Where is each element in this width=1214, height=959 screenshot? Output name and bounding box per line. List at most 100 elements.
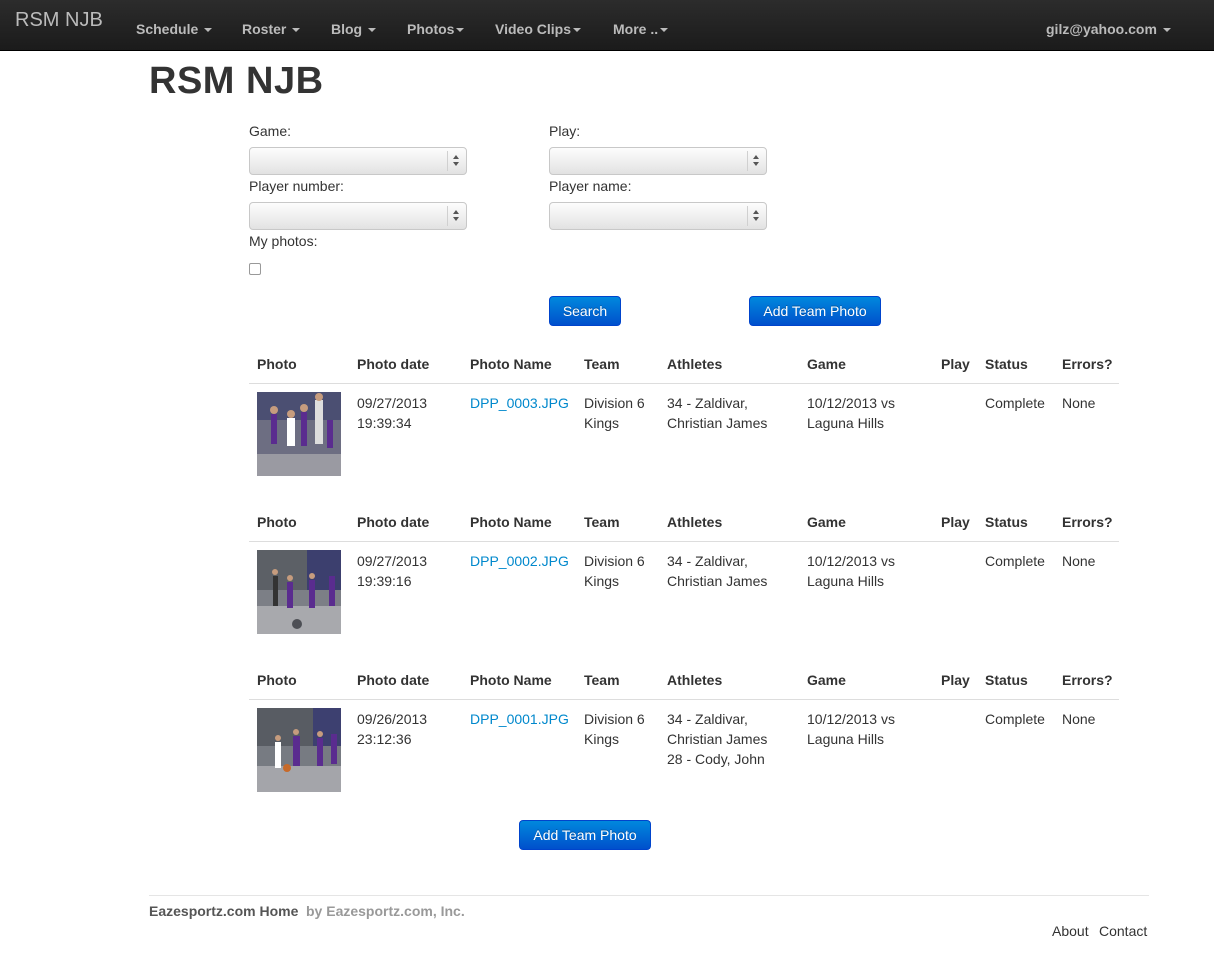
athletes-cell: 34 - Zaldivar, Christian James (667, 395, 768, 431)
column-header-status: Status (985, 356, 1028, 372)
player-number-label: Player number: (249, 178, 344, 194)
column-header-errors: Errors? (1062, 356, 1113, 372)
select-arrows-icon (447, 151, 466, 171)
photo-table: Photo Photo date Photo Name Team Athlete… (249, 666, 1119, 796)
brand-link[interactable]: RSM NJB (15, 9, 103, 32)
column-header-play: Play (941, 672, 970, 688)
status-cell: Complete (985, 395, 1045, 411)
photo-name-link[interactable]: DPP_0002.JPG (470, 551, 569, 571)
photo-date-cell: 09/26/2013 23:12:36 (357, 711, 428, 747)
column-header-team: Team (584, 514, 620, 530)
errors-cell: None (1062, 395, 1096, 411)
table-header-row: Photo Photo date Photo Name Team Athlete… (249, 350, 1119, 384)
nav-photos-dropdown[interactable]: Photos (407, 21, 465, 37)
player-name-select[interactable] (549, 202, 767, 230)
column-header-photo: Photo (257, 514, 297, 530)
user-menu-dropdown[interactable]: gilz@yahoo.com (1046, 21, 1171, 37)
nav-more-label: More .. (613, 21, 659, 37)
game-cell: 10/12/2013 vs Laguna Hills (807, 395, 895, 431)
table-header-row: Photo Photo date Photo Name Team Athlete… (249, 508, 1119, 542)
page-title: RSM NJB (149, 60, 324, 102)
column-header-photo: Photo (257, 356, 297, 372)
caret-down-icon (1162, 28, 1171, 33)
nav-more-dropdown[interactable]: More .. (613, 21, 669, 37)
column-header-athletes: Athletes (667, 672, 723, 688)
photo-name-link[interactable]: DPP_0001.JPG (470, 709, 569, 729)
nav-photos-label: Photos (407, 21, 455, 37)
photo-name-link[interactable]: DPP_0003.JPG (470, 393, 569, 413)
table-header-row: Photo Photo date Photo Name Team Athlete… (249, 666, 1119, 700)
nav-video-clips-dropdown[interactable]: Video Clips (495, 21, 581, 37)
column-header-photo: Photo (257, 672, 297, 688)
column-header-errors: Errors? (1062, 514, 1113, 530)
footer-home-link[interactable]: Eazesportz.com Home (149, 903, 298, 919)
status-cell: Complete (985, 711, 1045, 727)
photo-thumbnail[interactable] (257, 708, 341, 792)
footer-about-link[interactable]: About (1052, 923, 1089, 939)
footer-contact-link[interactable]: Contact (1099, 923, 1147, 939)
team-cell: Division 6 Kings (584, 395, 645, 431)
athletes-cell: 34 - Zaldivar, Christian James (667, 553, 768, 589)
nav-schedule-dropdown[interactable]: Schedule (136, 21, 213, 37)
nav-blog-label: Blog (331, 21, 363, 37)
nav-video-clips-label: Video Clips (495, 21, 571, 37)
game-cell: 10/12/2013 vs Laguna Hills (807, 711, 895, 747)
column-header-athletes: Athletes (667, 356, 723, 372)
photo-thumbnail[interactable] (257, 550, 341, 634)
footer-divider (149, 895, 1149, 896)
column-header-game: Game (807, 672, 846, 688)
caret-down-icon (572, 28, 581, 33)
nav-blog-dropdown[interactable]: Blog (331, 21, 377, 37)
game-cell: 10/12/2013 vs Laguna Hills (807, 553, 895, 589)
play-label: Play: (549, 123, 581, 139)
photo-date-cell: 09/27/2013 19:39:16 (357, 553, 428, 589)
select-arrows-icon (747, 206, 766, 226)
column-header-game: Game (807, 514, 846, 530)
add-team-photo-bottom-button[interactable]: Add Team Photo (519, 820, 651, 850)
team-cell: Division 6 Kings (584, 553, 645, 589)
add-team-photo-button[interactable]: Add Team Photo (749, 296, 881, 326)
user-email: gilz@yahoo.com (1046, 21, 1157, 37)
footer-byline: by Eazesportz.com, Inc. (306, 903, 465, 919)
search-button[interactable]: Search (549, 296, 621, 326)
caret-down-icon (292, 28, 301, 33)
nav-roster-dropdown[interactable]: Roster (242, 21, 301, 37)
photo-thumbnail[interactable] (257, 392, 341, 476)
column-header-photo-date: Photo date (357, 514, 430, 530)
caret-down-icon (368, 28, 377, 33)
column-header-photo-date: Photo date (357, 356, 430, 372)
column-header-team: Team (584, 672, 620, 688)
column-header-status: Status (985, 672, 1028, 688)
athletes-cell: 34 - Zaldivar, Christian James 28 - Cody, … (667, 711, 768, 767)
errors-cell: None (1062, 553, 1096, 569)
select-arrows-icon (747, 151, 766, 171)
top-navbar: RSM NJB Schedule Roster Blog Photos Vide… (0, 0, 1214, 51)
column-header-team: Team (584, 356, 620, 372)
column-header-play: Play (941, 514, 970, 530)
select-arrows-icon (447, 206, 466, 226)
my-photos-checkbox[interactable] (249, 263, 261, 275)
column-header-photo-name: Photo Name (470, 672, 552, 688)
play-select[interactable] (549, 147, 767, 175)
column-header-play: Play (941, 356, 970, 372)
team-cell: Division 6 Kings (584, 711, 645, 747)
photo-table: Photo Photo date Photo Name Team Athlete… (249, 350, 1119, 480)
column-header-photo-name: Photo Name (470, 356, 552, 372)
column-header-errors: Errors? (1062, 672, 1113, 688)
game-label: Game: (249, 123, 292, 139)
caret-down-icon (660, 28, 669, 33)
player-name-label: Player name: (549, 178, 632, 194)
column-header-status: Status (985, 514, 1028, 530)
photo-date-cell: 09/27/2013 19:39:34 (357, 395, 428, 431)
player-number-select[interactable] (249, 202, 467, 230)
caret-down-icon (456, 28, 465, 33)
caret-down-icon (204, 28, 213, 33)
game-select[interactable] (249, 147, 467, 175)
errors-cell: None (1062, 711, 1096, 727)
column-header-game: Game (807, 356, 846, 372)
status-cell: Complete (985, 553, 1045, 569)
my-photos-label: My photos: (249, 233, 318, 249)
nav-schedule-label: Schedule (136, 21, 199, 37)
nav-roster-label: Roster (242, 21, 287, 37)
column-header-photo-date: Photo date (357, 672, 430, 688)
